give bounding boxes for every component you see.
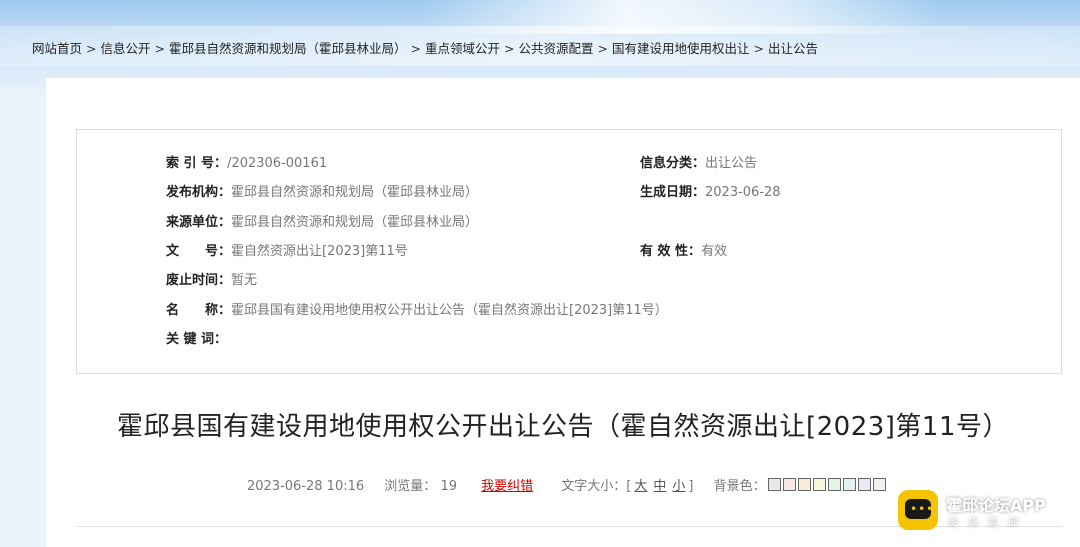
index-row: 索 引 号：/202306-00161 [166, 154, 327, 174]
breadcrumb-home[interactable]: 网站首页 [32, 41, 82, 56]
font-size-close: ] [688, 479, 694, 494]
keywords-row: 关 键 词： [166, 330, 227, 350]
bg-color-swatch-8[interactable] [872, 478, 886, 491]
font-size-small[interactable]: 小 [672, 479, 685, 494]
article-meta: 2023-06-28 10:16 浏览量： 19 我要纠错 文字大小：[大中小]… [247, 475, 886, 494]
category-value: 出让公告 [705, 156, 758, 171]
bg-color-label: 背景色： [713, 479, 766, 494]
date-value: 2023-06-28 [705, 185, 781, 200]
app-chat-icon: ••• [898, 490, 938, 530]
report-error-link[interactable]: 我要纠错 [481, 479, 533, 494]
name-row: 名 称：霍邱县国有建设用地使用权公开出让公告（霍自然资源出让[2023]第11号… [166, 301, 668, 321]
bg-color-swatch-5[interactable] [827, 478, 841, 491]
publisher-value: 霍邱县自然资源和规划局（霍邱县林业局） [231, 185, 479, 200]
category-label: 信息分类： [640, 156, 706, 171]
breadcrumb-public-resources[interactable]: 公共资源配置 [519, 41, 594, 56]
publish-datetime: 2023-06-28 10:16 [247, 479, 365, 494]
date-row: 生成日期：2023-06-28 [640, 183, 781, 203]
document-info-table: 索 引 号：/202306-00161 信息分类：出让公告 发布机构：霍邱县自然… [76, 129, 1062, 374]
docno-value: 霍自然资源出让[2023]第11号 [231, 244, 408, 259]
docno-label: 文 号： [166, 244, 232, 259]
name-label: 名 称： [166, 303, 232, 318]
validity-label: 有 效 性： [640, 244, 702, 259]
breadcrumb-transfer-notice[interactable]: 出让公告 [768, 41, 818, 56]
bg-color-swatches [766, 478, 886, 494]
category-row: 信息分类：出让公告 [640, 154, 757, 174]
source-value: 霍邱县自然资源和规划局（霍邱县林业局） [231, 215, 479, 230]
breadcrumb-land-transfer[interactable]: 国有建设用地使用权出让 [612, 41, 750, 56]
source-label: 来源单位： [166, 215, 232, 230]
validity-value: 有效 [701, 244, 728, 259]
app-name: 霍邱论坛APP [946, 496, 1046, 515]
expire-label: 废止时间： [166, 273, 232, 288]
expire-value: 暂无 [231, 273, 258, 288]
index-value: /202306-00161 [227, 156, 328, 171]
bg-color-swatch-6[interactable] [842, 478, 856, 491]
breadcrumb-info-public[interactable]: 信息公开 [101, 41, 151, 56]
font-size-medium[interactable]: 中 [653, 479, 666, 494]
date-label: 生成日期： [640, 185, 706, 200]
bg-color-swatch-4[interactable] [812, 478, 826, 491]
index-label: 索 引 号： [166, 156, 228, 171]
publisher-row: 发布机构：霍邱县自然资源和规划局（霍邱县林业局） [166, 183, 478, 203]
article-title: 霍邱县国有建设用地使用权公开出让公告（霍自然资源出让[2023]第11号） [116, 412, 1010, 442]
breadcrumb-bureau[interactable]: 霍邱县自然资源和规划局（霍邱县林业局） [169, 41, 407, 56]
validity-row: 有 效 性：有效 [640, 242, 727, 262]
content-panel: 索 引 号：/202306-00161 信息分类：出让公告 发布机构：霍邱县自然… [46, 78, 1080, 547]
font-size-label: 文字大小：[ [561, 479, 632, 494]
source-row: 来源单位：霍邱县自然资源和规划局（霍邱县林业局） [166, 213, 478, 233]
views-label: 浏览量： [384, 479, 437, 494]
font-size-switcher: 文字大小：[大中小] [561, 479, 697, 494]
breadcrumb-key-areas[interactable]: 重点领域公开 [425, 41, 500, 56]
expire-row: 废止时间：暂无 [166, 271, 257, 291]
breadcrumb: 网站首页 > 信息公开 > 霍邱县自然资源和规划局（霍邱县林业局） > 重点领域公开 > 公共资… [32, 41, 819, 56]
views-count: 19 [440, 479, 457, 494]
publisher-label: 发布机构： [166, 185, 232, 200]
keywords-label: 关 键 词： [166, 332, 228, 347]
font-size-large[interactable]: 大 [634, 479, 647, 494]
bg-color-swatch-1[interactable] [767, 478, 781, 491]
app-slogan: 阅读霍邱 [948, 518, 1028, 529]
docno-row: 文 号：霍自然资源出让[2023]第11号 [166, 242, 408, 262]
bg-color-swatch-2[interactable] [782, 478, 796, 491]
name-value: 霍邱县国有建设用地使用权公开出让公告（霍自然资源出让[2023]第11号） [231, 303, 668, 318]
bg-color-swatch-3[interactable] [797, 478, 811, 491]
bg-color-swatch-7[interactable] [857, 478, 871, 491]
